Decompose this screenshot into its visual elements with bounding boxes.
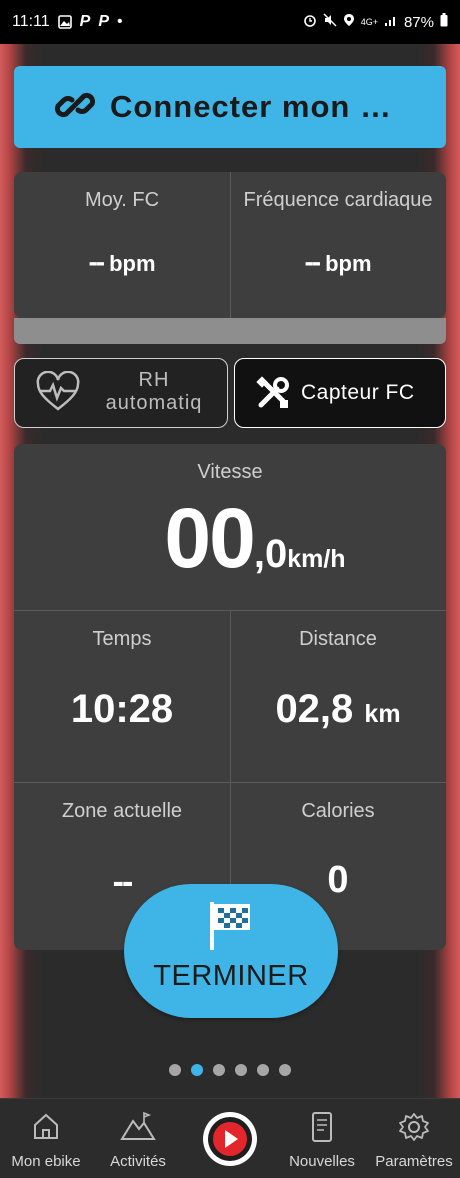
page-indicator (0, 1064, 460, 1076)
time-label: Temps (92, 628, 152, 650)
time-cell: Temps 10:28 (14, 628, 230, 732)
connect-label: Connecter mon … (110, 89, 392, 124)
heart-rate-icon (35, 370, 81, 418)
time-value: 10:28 (70, 687, 174, 731)
tools-icon (255, 375, 291, 416)
notification-p-icon: P (98, 13, 110, 30)
page-dot[interactable] (213, 1064, 225, 1076)
record-icon (203, 1112, 257, 1166)
signal-icon (384, 13, 398, 31)
rh-auto-button[interactable]: RH automatiq (14, 358, 228, 428)
nav-home-label: Mon ebike (11, 1153, 81, 1170)
rh-label-line2: automatiq (105, 392, 203, 414)
nav-activities-label: Activités (110, 1153, 166, 1170)
current-hr-value: -- (304, 246, 321, 277)
page-dot[interactable] (279, 1064, 291, 1076)
distance-value: 02,8 (275, 687, 354, 731)
current-hr-cell: Fréquence cardiaque -- bpm (230, 189, 446, 278)
page-dot[interactable] (169, 1064, 181, 1076)
zone-label: Zone actuelle (61, 800, 183, 822)
avg-hr-unit: bpm (109, 251, 156, 276)
avg-hr-cell: Moy. FC -- bpm (14, 189, 230, 278)
link-icon (52, 82, 98, 133)
notification-dot: • (117, 13, 123, 30)
phone-news-icon (312, 1112, 332, 1142)
home-icon (34, 1113, 58, 1139)
current-hr-label: Fréquence cardiaque (243, 189, 433, 211)
checkered-flag-icon (208, 900, 254, 957)
distance-cell: Distance 02,8 km (230, 628, 446, 732)
hr-sensor-button[interactable]: Capteur FC (234, 358, 446, 428)
location-icon (343, 13, 355, 31)
ride-stats-panel: Vitesse 00,0km/h Temps 10:28 Distance 02… (14, 444, 446, 950)
finish-ride-button[interactable]: TERMINER (124, 884, 338, 1018)
alarm-icon (303, 13, 317, 31)
current-hr-unit: bpm (325, 251, 372, 276)
nav-record[interactable] (184, 1099, 276, 1178)
battery-level: 87% (403, 13, 434, 31)
speed-cell: Vitesse 00,0km/h (14, 461, 446, 587)
ride-screen: Connecter mon … Moy. FC -- bpm Fréquence … (0, 44, 460, 1098)
hr-sensor-label: Capteur FC (301, 381, 415, 404)
status-time: 11:11 (12, 13, 50, 30)
hr-zone-bar (14, 318, 446, 344)
heart-rate-panel: Moy. FC -- bpm Fréquence cardiaque -- bpm (14, 172, 446, 318)
speed-integer: 00 (164, 491, 255, 585)
mountain-flag-icon (120, 1111, 156, 1140)
nav-settings-label: Paramètres (375, 1153, 453, 1170)
gallery-icon (57, 15, 72, 29)
speed-unit: km/h (287, 545, 346, 573)
distance-unit: km (364, 700, 401, 728)
calories-label: Calories (301, 800, 375, 822)
notification-p-icon: P (79, 13, 91, 30)
battery-icon (440, 13, 448, 31)
page-dot[interactable] (235, 1064, 247, 1076)
nav-activities[interactable]: Activités (92, 1099, 184, 1178)
avg-hr-value: -- (88, 246, 105, 277)
speed-label: Vitesse (197, 461, 263, 483)
rh-label-line1: RH (138, 369, 170, 391)
distance-label: Distance (299, 628, 377, 650)
avg-hr-label: Moy. FC (84, 189, 160, 211)
speed-decimal: ,0 (253, 532, 288, 576)
nav-home[interactable]: Mon ebike (0, 1099, 92, 1178)
page-dot[interactable] (257, 1064, 269, 1076)
status-bar: 11:11 P P • 4G+ 87% (0, 0, 460, 44)
nav-news-label: Nouvelles (289, 1153, 355, 1170)
network-label: 4G+ (360, 16, 378, 27)
connect-ebike-button[interactable]: Connecter mon … (14, 66, 446, 148)
mute-icon (323, 13, 337, 31)
gear-icon (399, 1113, 429, 1141)
nav-news[interactable]: Nouvelles (276, 1099, 368, 1178)
nav-settings[interactable]: Paramètres (368, 1099, 460, 1178)
finish-label: TERMINER (153, 960, 309, 992)
bottom-nav: Mon ebike Activités Nouvelles Paramètres (0, 1098, 460, 1178)
page-dot-active[interactable] (191, 1064, 203, 1076)
